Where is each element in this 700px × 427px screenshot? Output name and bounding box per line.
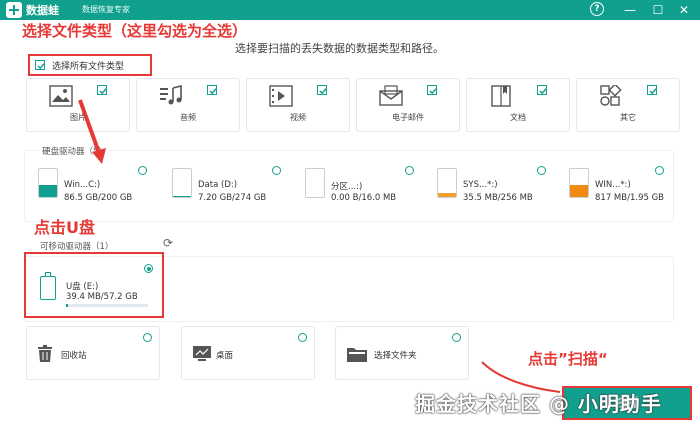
category-label: 视频	[290, 113, 306, 122]
drive-radio[interactable]	[537, 166, 546, 175]
document-icon	[489, 85, 513, 107]
drive-radio[interactable]	[405, 166, 414, 175]
select-all-checkbox[interactable]	[35, 60, 45, 70]
desktop-icon	[192, 345, 212, 367]
category-card-video[interactable]: 视频	[246, 78, 350, 132]
watermark: 掘金技术社区 @ 小明助手	[415, 392, 662, 416]
location-card-recycle-bin[interactable]: 回收站	[26, 326, 160, 380]
drive-name: Data (D:)	[198, 180, 238, 190]
location-label: 桌面	[216, 351, 234, 361]
category-label: 电子邮件	[392, 113, 424, 122]
drive-icon	[38, 168, 58, 198]
location-label: 选择文件夹	[374, 351, 417, 361]
category-card-document[interactable]: 文档	[466, 78, 570, 132]
drive-size: 86.5 GB/200 GB	[64, 193, 133, 203]
location-card-folder[interactable]: 选择文件夹	[335, 326, 469, 380]
drive-radio[interactable]	[138, 166, 147, 175]
recycle-bin-icon	[37, 345, 53, 367]
category-card-apps[interactable]: 其它	[576, 78, 680, 132]
location-radio[interactable]	[143, 333, 152, 342]
category-checkbox[interactable]	[647, 85, 657, 95]
category-card-mail[interactable]: 电子邮件	[356, 78, 460, 132]
category-checkbox[interactable]	[427, 85, 437, 95]
refresh-icon[interactable]: ⟳	[163, 236, 173, 250]
location-radio[interactable]	[298, 333, 307, 342]
drive-size: 7.20 GB/274 GB	[198, 193, 267, 203]
music-icon	[159, 84, 183, 107]
hdd-drive-card[interactable]: WIN...*:) 817 MB/1.95 GB	[569, 162, 681, 206]
location-label: 回收站	[61, 351, 87, 361]
image-icon	[49, 85, 73, 107]
hdd-drive-card[interactable]: Win...C:) 86.5 GB/200 GB	[38, 162, 150, 206]
annotation-arrow-icon	[78, 99, 106, 164]
annotation-select-types: 选择文件类型（这里勾选为全选）	[22, 22, 248, 40]
category-checkbox[interactable]	[207, 85, 217, 95]
drive-name: Win...C:)	[64, 180, 101, 190]
folder-icon	[346, 345, 368, 367]
drive-size: 0.00 B/16.0 MB	[331, 193, 397, 203]
video-icon	[269, 85, 293, 107]
drive-size: 817 MB/1.95 GB	[595, 193, 665, 203]
drive-radio[interactable]	[655, 166, 664, 175]
title-bar: 数据蛙 数据恢复专家 ? — ☐ ✕	[0, 0, 700, 20]
category-label: 音频	[180, 113, 196, 122]
category-checkbox[interactable]	[97, 85, 107, 95]
usb-drive-size: 39.4 MB/57.2 GB	[66, 292, 138, 302]
category-label: 文档	[510, 113, 526, 122]
app-name: 数据蛙	[26, 4, 59, 17]
category-label: 其它	[620, 113, 636, 122]
location-radio[interactable]	[452, 333, 461, 342]
help-icon[interactable]: ?	[590, 2, 604, 16]
usb-drive-radio[interactable]	[144, 264, 153, 273]
mail-icon	[379, 85, 403, 107]
drive-icon	[305, 168, 325, 198]
drive-radio[interactable]	[272, 166, 281, 175]
annotation-click-u: 点击U盘	[34, 218, 95, 237]
drive-name: SYS...*:)	[463, 180, 498, 190]
location-card-desktop[interactable]: 桌面	[181, 326, 315, 380]
usb-drive-card[interactable]: U盘 (E:) 39.4 MB/57.2 GB	[24, 252, 164, 318]
app-logo-icon	[6, 2, 22, 18]
hdd-drive-card[interactable]: 分区...:) 0.00 B/16.0 MB	[305, 162, 417, 206]
close-button[interactable]: ✕	[676, 2, 692, 18]
hdd-drive-card[interactable]: Data (D:) 7.20 GB/274 GB	[172, 162, 284, 206]
drive-size: 35.5 MB/256 MB	[463, 193, 533, 203]
category-checkbox[interactable]	[317, 85, 327, 95]
select-all-label: 选择所有文件类型	[52, 62, 125, 72]
drive-name: 分区...:)	[331, 182, 363, 192]
drive-icon	[437, 168, 457, 198]
maximize-button[interactable]: ☐	[650, 2, 666, 18]
usb-drive-icon	[40, 272, 56, 300]
app-subtitle: 数据恢复专家	[82, 5, 130, 14]
usb-usage-bar	[66, 304, 148, 307]
drive-icon	[569, 168, 589, 198]
category-card-music[interactable]: 音频	[136, 78, 240, 132]
removable-section-title: 可移动驱动器（1）	[40, 242, 114, 252]
drive-name: WIN...*:)	[595, 180, 631, 190]
apps-icon	[599, 83, 623, 107]
usb-drive-name: U盘 (E:)	[66, 282, 99, 292]
drive-icon	[172, 168, 192, 198]
hdd-drive-card[interactable]: SYS...*:) 35.5 MB/256 MB	[437, 162, 549, 206]
category-checkbox[interactable]	[537, 85, 547, 95]
minimize-button[interactable]: —	[622, 2, 638, 18]
instruction-text: 选择要扫描的丢失数据的数据类型和路径。	[235, 42, 444, 55]
